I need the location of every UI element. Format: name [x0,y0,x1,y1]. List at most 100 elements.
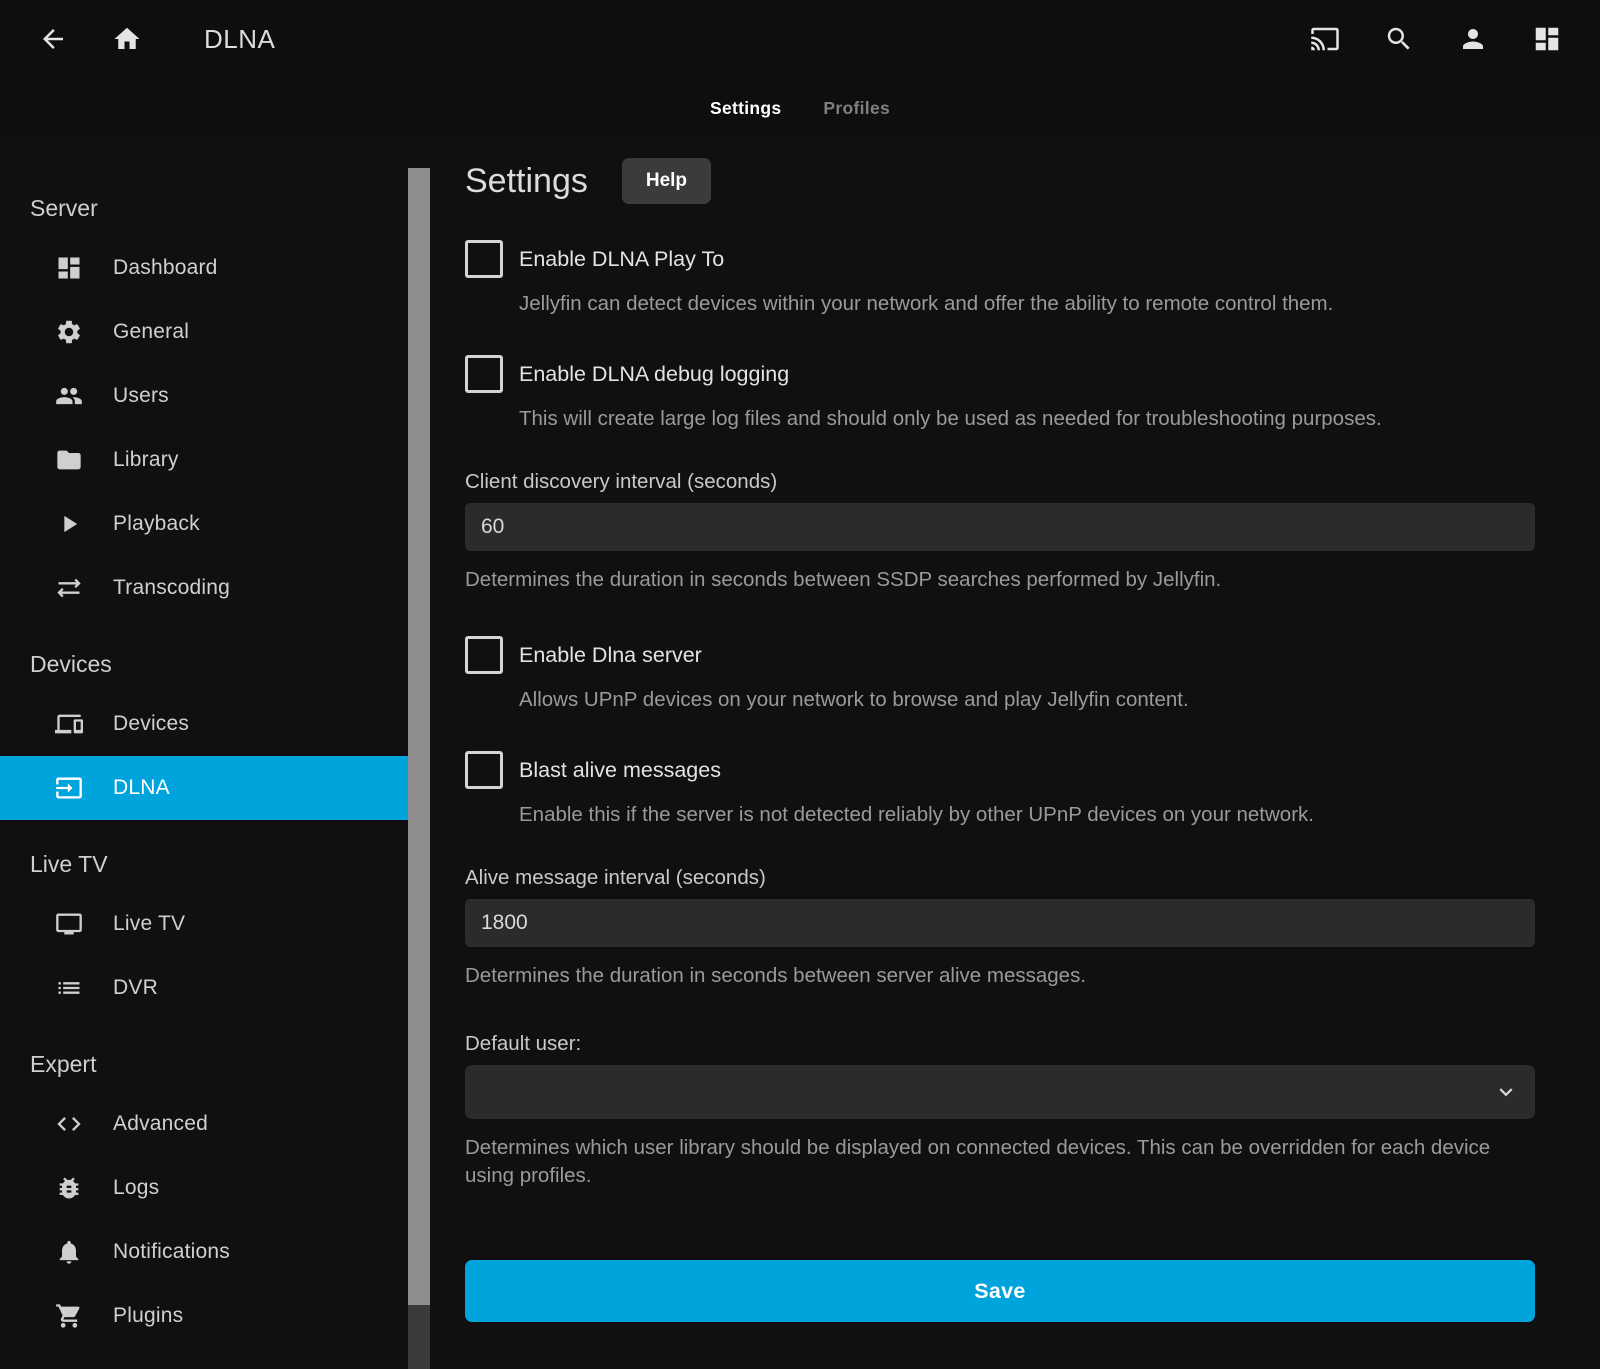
tab-profiles[interactable]: Profiles [821,92,892,125]
sidebar-item-general[interactable]: General [0,300,408,364]
user-profile-button[interactable] [1450,16,1496,62]
sidebar-section-expert: Expert [30,1046,408,1082]
setting-enable-dlna-server: Enable Dlna server Allows UPnP devices o… [465,636,1535,713]
cast-button[interactable] [1302,16,1348,62]
sidebar-item-playback[interactable]: Playback [0,492,408,556]
blast-alive-messages-description: Enable this if the server is not detecte… [519,801,1535,828]
sidebar-item-advanced[interactable]: Advanced [0,1092,408,1156]
default-user-label: Default user: [465,1032,1535,1056]
app-top-bar: DLNA [0,0,1600,78]
devices-icon [55,710,83,738]
sidebar-item-label: DVR [113,976,158,1000]
sidebar-item-dvr[interactable]: DVR [0,956,408,1020]
tab-settings[interactable]: Settings [708,92,783,125]
list-icon [55,974,83,1002]
swap-arrows-icon [55,574,83,602]
settings-title: Settings [465,162,588,201]
alive-message-interval-label: Alive message interval (seconds) [465,866,1535,890]
sidebar-item-label: Notifications [113,1240,230,1264]
sidebar-item-label: Live TV [113,912,185,936]
dashboard-icon [1532,24,1562,54]
sidebar-item-label: Users [113,384,169,408]
help-button[interactable]: Help [622,158,711,204]
dashboard-shortcut-button[interactable] [1524,16,1570,62]
client-discovery-interval-description: Determines the duration in seconds betwe… [465,566,1535,594]
sidebar-item-notifications[interactable]: Notifications [0,1220,408,1284]
setting-alive-message-interval: Alive message interval (seconds) Determi… [465,866,1535,990]
code-icon [55,1110,83,1138]
arrow-back-icon [38,24,68,54]
sidebar-navigation: Server Dashboard General Users Library [0,138,408,1369]
enable-dlna-play-to-row[interactable]: Enable DLNA Play To [465,240,1535,278]
enable-dlna-server-checkbox[interactable] [465,636,503,674]
home-button[interactable] [104,16,150,62]
sidebar-item-label: Playback [113,512,200,536]
sidebar-item-logs[interactable]: Logs [0,1156,408,1220]
sidebar-item-dashboard[interactable]: Dashboard [0,236,408,300]
sidebar-item-label: Plugins [113,1304,183,1328]
sidebar-item-label: Transcoding [113,576,230,600]
tabs-bar: Settings Profiles [0,78,1600,138]
tv-icon [55,910,83,938]
sidebar-item-users[interactable]: Users [0,364,408,428]
sidebar-item-label: Dashboard [113,256,218,280]
enable-dlna-server-label: Enable Dlna server [519,643,702,668]
enable-dlna-play-to-checkbox[interactable] [465,240,503,278]
sidebar-item-label: Advanced [113,1112,208,1136]
sidebar-item-dlna[interactable]: DLNA [0,756,408,820]
sidebar-item-devices[interactable]: Devices [0,692,408,756]
sidebar-item-transcoding[interactable]: Transcoding [0,556,408,620]
sidebar-item-label: General [113,320,189,344]
cast-icon [1310,24,1340,54]
sidebar-item-livetv[interactable]: Live TV [0,892,408,956]
enable-dlna-debug-logging-description: This will create large log files and sho… [519,405,1535,432]
sidebar-item-label: Devices [113,712,189,736]
default-user-select[interactable] [465,1065,1535,1119]
folder-icon [55,446,83,474]
blast-alive-messages-label: Blast alive messages [519,758,721,783]
enable-dlna-debug-logging-label: Enable DLNA debug logging [519,362,789,387]
sidebar-item-library[interactable]: Library [0,428,408,492]
person-icon [1458,24,1488,54]
search-icon [1384,24,1414,54]
back-button[interactable] [30,16,76,62]
scrollbar-track[interactable] [408,168,430,1369]
cart-icon [55,1302,83,1330]
save-button[interactable]: Save [465,1260,1535,1322]
gear-icon [55,318,83,346]
blast-alive-messages-checkbox[interactable] [465,751,503,789]
client-discovery-interval-input[interactable] [465,503,1535,551]
enable-dlna-play-to-label: Enable DLNA Play To [519,247,724,272]
vertical-scrollbar[interactable] [408,138,430,1369]
alive-message-interval-input[interactable] [465,899,1535,947]
setting-blast-alive-messages: Blast alive messages Enable this if the … [465,751,1535,828]
page-header-title: DLNA [204,24,275,55]
enable-dlna-debug-logging-checkbox[interactable] [465,355,503,393]
sidebar-item-label: DLNA [113,776,170,800]
dlna-settings-form: Settings Help Enable DLNA Play To Jellyf… [430,138,1600,1369]
sidebar-item-plugins[interactable]: Plugins [0,1284,408,1348]
chevron-down-icon [1493,1079,1519,1105]
setting-client-discovery-interval: Client discovery interval (seconds) Dete… [465,470,1535,594]
sidebar-section-livetv: Live TV [30,846,408,882]
enable-dlna-debug-logging-row[interactable]: Enable DLNA debug logging [465,355,1535,393]
dashboard-icon [55,254,83,282]
search-button[interactable] [1376,16,1422,62]
client-discovery-interval-label: Client discovery interval (seconds) [465,470,1535,494]
enable-dlna-server-description: Allows UPnP devices on your network to b… [519,686,1535,713]
play-icon [55,510,83,538]
setting-enable-dlna-play-to: Enable DLNA Play To Jellyfin can detect … [465,240,1535,317]
users-icon [55,382,83,410]
blast-alive-messages-row[interactable]: Blast alive messages [465,751,1535,789]
default-user-description: Determines which user library should be … [465,1134,1535,1190]
bell-icon [55,1238,83,1266]
sidebar-section-server: Server [30,190,408,226]
sidebar-item-label: Logs [113,1176,159,1200]
alive-message-interval-description: Determines the duration in seconds betwe… [465,962,1535,990]
input-icon [55,774,83,802]
sidebar-section-devices: Devices [30,646,408,682]
bug-icon [55,1174,83,1202]
scrollbar-thumb[interactable] [408,168,430,1305]
enable-dlna-play-to-description: Jellyfin can detect devices within your … [519,290,1535,317]
enable-dlna-server-row[interactable]: Enable Dlna server [465,636,1535,674]
